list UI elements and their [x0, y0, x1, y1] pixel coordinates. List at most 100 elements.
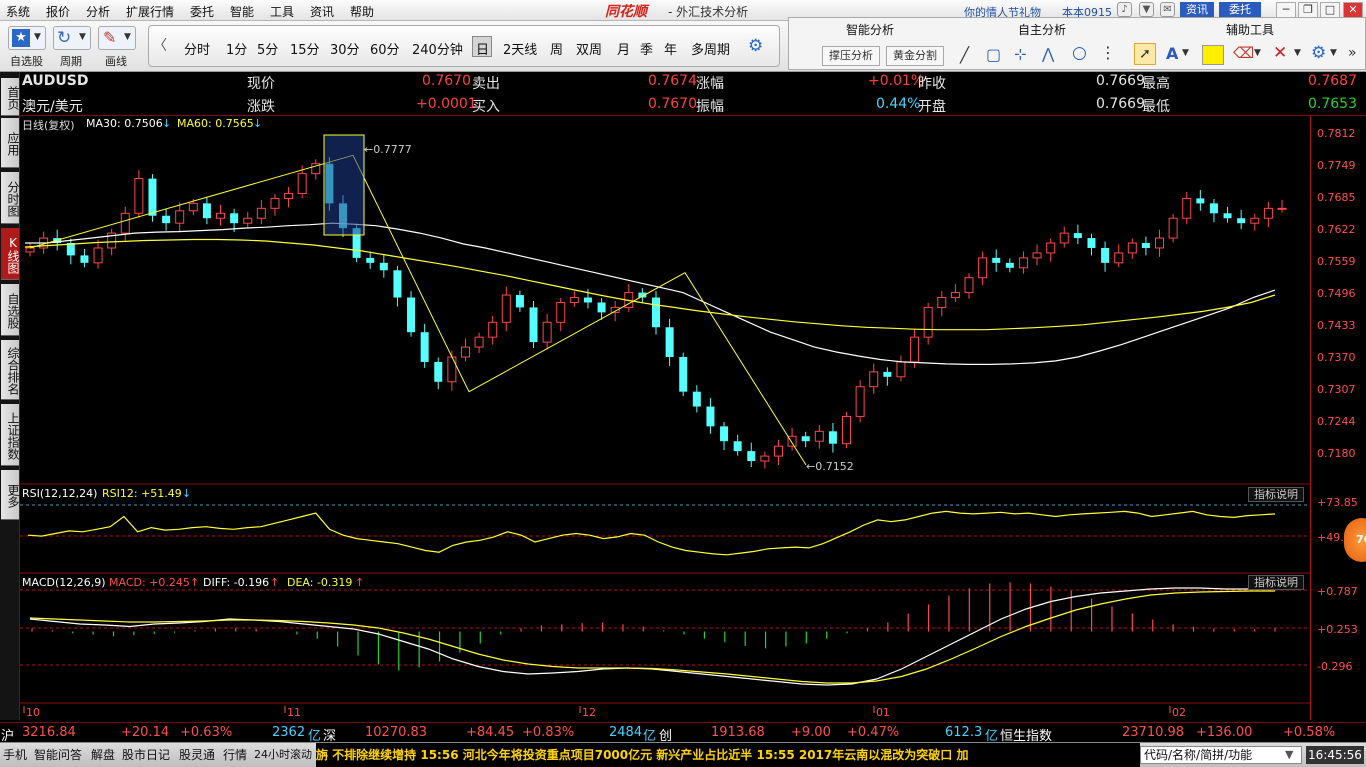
period-1m[interactable]: 1分 [226, 39, 247, 58]
menu-extended[interactable]: 扩展行情 [126, 3, 174, 20]
tab-apps[interactable]: 应用 [1, 118, 20, 168]
period-quarter[interactable]: 季 [640, 39, 653, 58]
rsi-tick: +73.85 [1317, 496, 1358, 509]
chevron-down-icon[interactable]: ▼ [1330, 48, 1337, 58]
period-2day[interactable]: 2天线 [503, 39, 537, 58]
news-ticker[interactable]: 旃 不排除继续增持 15:56 河北今年将投资重点项目7000亿元 新兴产业占比… [316, 743, 1140, 767]
period-label: 周期 [60, 55, 82, 68]
minimize-button[interactable]: ─ [1276, 2, 1296, 18]
search-input[interactable]: 代码/名称/简拼/功能 [1140, 746, 1302, 764]
index-hs-value: 23710.98 [1122, 725, 1185, 740]
tab-timeshare[interactable]: 分时图 [1, 172, 20, 224]
chevron-down-icon[interactable]: ▼ [1182, 48, 1189, 58]
tab-shanghai-index[interactable]: 上证指数 [1, 404, 20, 466]
candle-up [896, 361, 906, 378]
aux-tools-title: 辅助工具 [1225, 23, 1274, 37]
period-week[interactable]: 周 [550, 39, 563, 58]
rsi-line [27, 510, 1276, 556]
search-dropdown-icon[interactable]: ▼ [1285, 748, 1293, 761]
menu-tools[interactable]: 工具 [270, 3, 294, 20]
macd-explain-button[interactable]: 指标说明 [1248, 575, 1304, 590]
candle-up [1155, 237, 1165, 249]
price-tick: 0.7812 [1317, 127, 1356, 140]
candle-down [665, 327, 674, 357]
status-commentary[interactable]: 解盘 [91, 746, 115, 763]
index-sh-amount: 2362 [272, 725, 306, 740]
price-tick: 0.7559 [1317, 255, 1356, 268]
index-sz-amount: 2484 [609, 725, 643, 740]
index-cy-amount: 612.3 [945, 725, 983, 740]
floating-badge[interactable]: 76 [1344, 518, 1366, 562]
period-60m[interactable]: 60分 [370, 39, 400, 58]
message-icon[interactable]: ✉ [1160, 2, 1175, 17]
delete-icon[interactable]: ✕ [1273, 43, 1287, 63]
status-market[interactable]: 行情 [223, 746, 247, 763]
watchlist-tool[interactable]: ★ ▼ [8, 26, 46, 50]
menu-help[interactable]: 帮助 [350, 3, 374, 20]
menu-trade[interactable]: 委托 [190, 3, 214, 20]
restore-button[interactable]: ❐ [1298, 2, 1318, 18]
color-swatch[interactable] [1202, 45, 1224, 65]
status-smart-qa[interactable]: 智能问答 [34, 746, 82, 763]
rsi-explain-button[interactable]: 指标说明 [1248, 487, 1304, 502]
period-30m[interactable]: 30分 [330, 39, 360, 58]
value-bid: 0.7670 [648, 96, 697, 112]
close-button[interactable]: ✕ [1343, 2, 1363, 18]
bell-icon[interactable]: ♪ [1117, 2, 1132, 17]
draw-tool[interactable]: ✎ ▼ [98, 26, 136, 50]
x-axis-label: 01 [876, 706, 890, 719]
collapse-icon[interactable]: 〈 [153, 35, 167, 55]
tab-watchlist[interactable]: 自选股 [1, 284, 20, 336]
self-analysis-title: 自主分析 [1017, 23, 1066, 37]
value-prev-close: 0.7669 [1096, 73, 1145, 89]
tab-ranking[interactable]: 综合排名 [1, 340, 20, 400]
period-month[interactable]: 月 [617, 39, 630, 58]
tab-kline[interactable]: K线图 [1, 228, 20, 280]
menu-analysis[interactable]: 分析 [86, 3, 110, 20]
shirt-icon[interactable]: ▼ [1139, 2, 1154, 17]
chevron-down-icon[interactable]: ▼ [1294, 48, 1301, 58]
expand-icon[interactable]: » [1348, 45, 1357, 61]
candle-down [1087, 238, 1096, 248]
rect-tool-icon[interactable]: ▢ [986, 45, 1001, 64]
settings-icon[interactable]: ⚙ [1311, 43, 1326, 63]
channel-tool-icon[interactable]: ⊹ [1014, 45, 1027, 63]
maximize-button[interactable]: □ [1320, 2, 1340, 18]
chart-svg[interactable]: ←0.7777 ←0.7152 10 11 12 01 02 [20, 116, 1310, 720]
period-240m[interactable]: 240分钟 [412, 39, 463, 58]
period-multi[interactable]: 多周期 [691, 39, 730, 58]
menu-quote[interactable]: 报价 [46, 3, 70, 20]
status-24h[interactable]: 24小时滚动 [254, 746, 312, 762]
status-diary[interactable]: 股市日记 [122, 746, 170, 763]
period-tick[interactable]: 分时 [184, 39, 210, 58]
line-tool-icon[interactable]: ╱ [960, 46, 969, 64]
period-year[interactable]: 年 [664, 39, 677, 58]
eraser-icon[interactable]: ⌫ [1233, 44, 1254, 62]
menu-system[interactable]: 系统 [6, 3, 30, 20]
status-gulingtong[interactable]: 股灵通 [179, 746, 215, 763]
index-sh-change: +20.14 [121, 725, 170, 740]
text-tool-icon[interactable]: A [1166, 44, 1178, 63]
tab-more[interactable]: 更多 [1, 470, 20, 520]
wave-tool-icon[interactable]: ⋀ [1042, 45, 1054, 63]
period-day[interactable]: 日 [476, 39, 489, 58]
more-tools-icon[interactable]: ⋮ [1100, 43, 1116, 62]
app-title: - 外汇技术分析 [668, 5, 749, 19]
menu-smart[interactable]: 智能 [230, 3, 254, 20]
candle-up [284, 192, 294, 199]
period-15m[interactable]: 15分 [290, 39, 320, 58]
period-5m[interactable]: 5分 [257, 39, 278, 58]
chevron-down-icon[interactable]: ▼ [1254, 48, 1261, 58]
status-mobile[interactable]: 手机 [3, 746, 27, 763]
golden-section-button[interactable]: 黄金分割 [886, 46, 944, 66]
period-2week[interactable]: 双周 [576, 39, 602, 58]
menu-news[interactable]: 资讯 [310, 3, 334, 20]
period-tool[interactable]: ↻ ▼ [53, 26, 91, 50]
gear-icon[interactable]: ⚙ [748, 36, 763, 56]
circle-tool-icon[interactable]: ○ [1072, 43, 1087, 63]
cursor-icon[interactable]: ➚ [1134, 43, 1156, 65]
support-resistance-button[interactable]: 撑压分析 [822, 46, 880, 66]
label-change: 涨跌 [247, 99, 275, 115]
kline-chart[interactable]: ←0.7777 ←0.7152 10 11 12 01 02 日线(复权) MA30: 0.… [20, 116, 1310, 720]
tab-home[interactable]: 首页 [1, 78, 20, 116]
